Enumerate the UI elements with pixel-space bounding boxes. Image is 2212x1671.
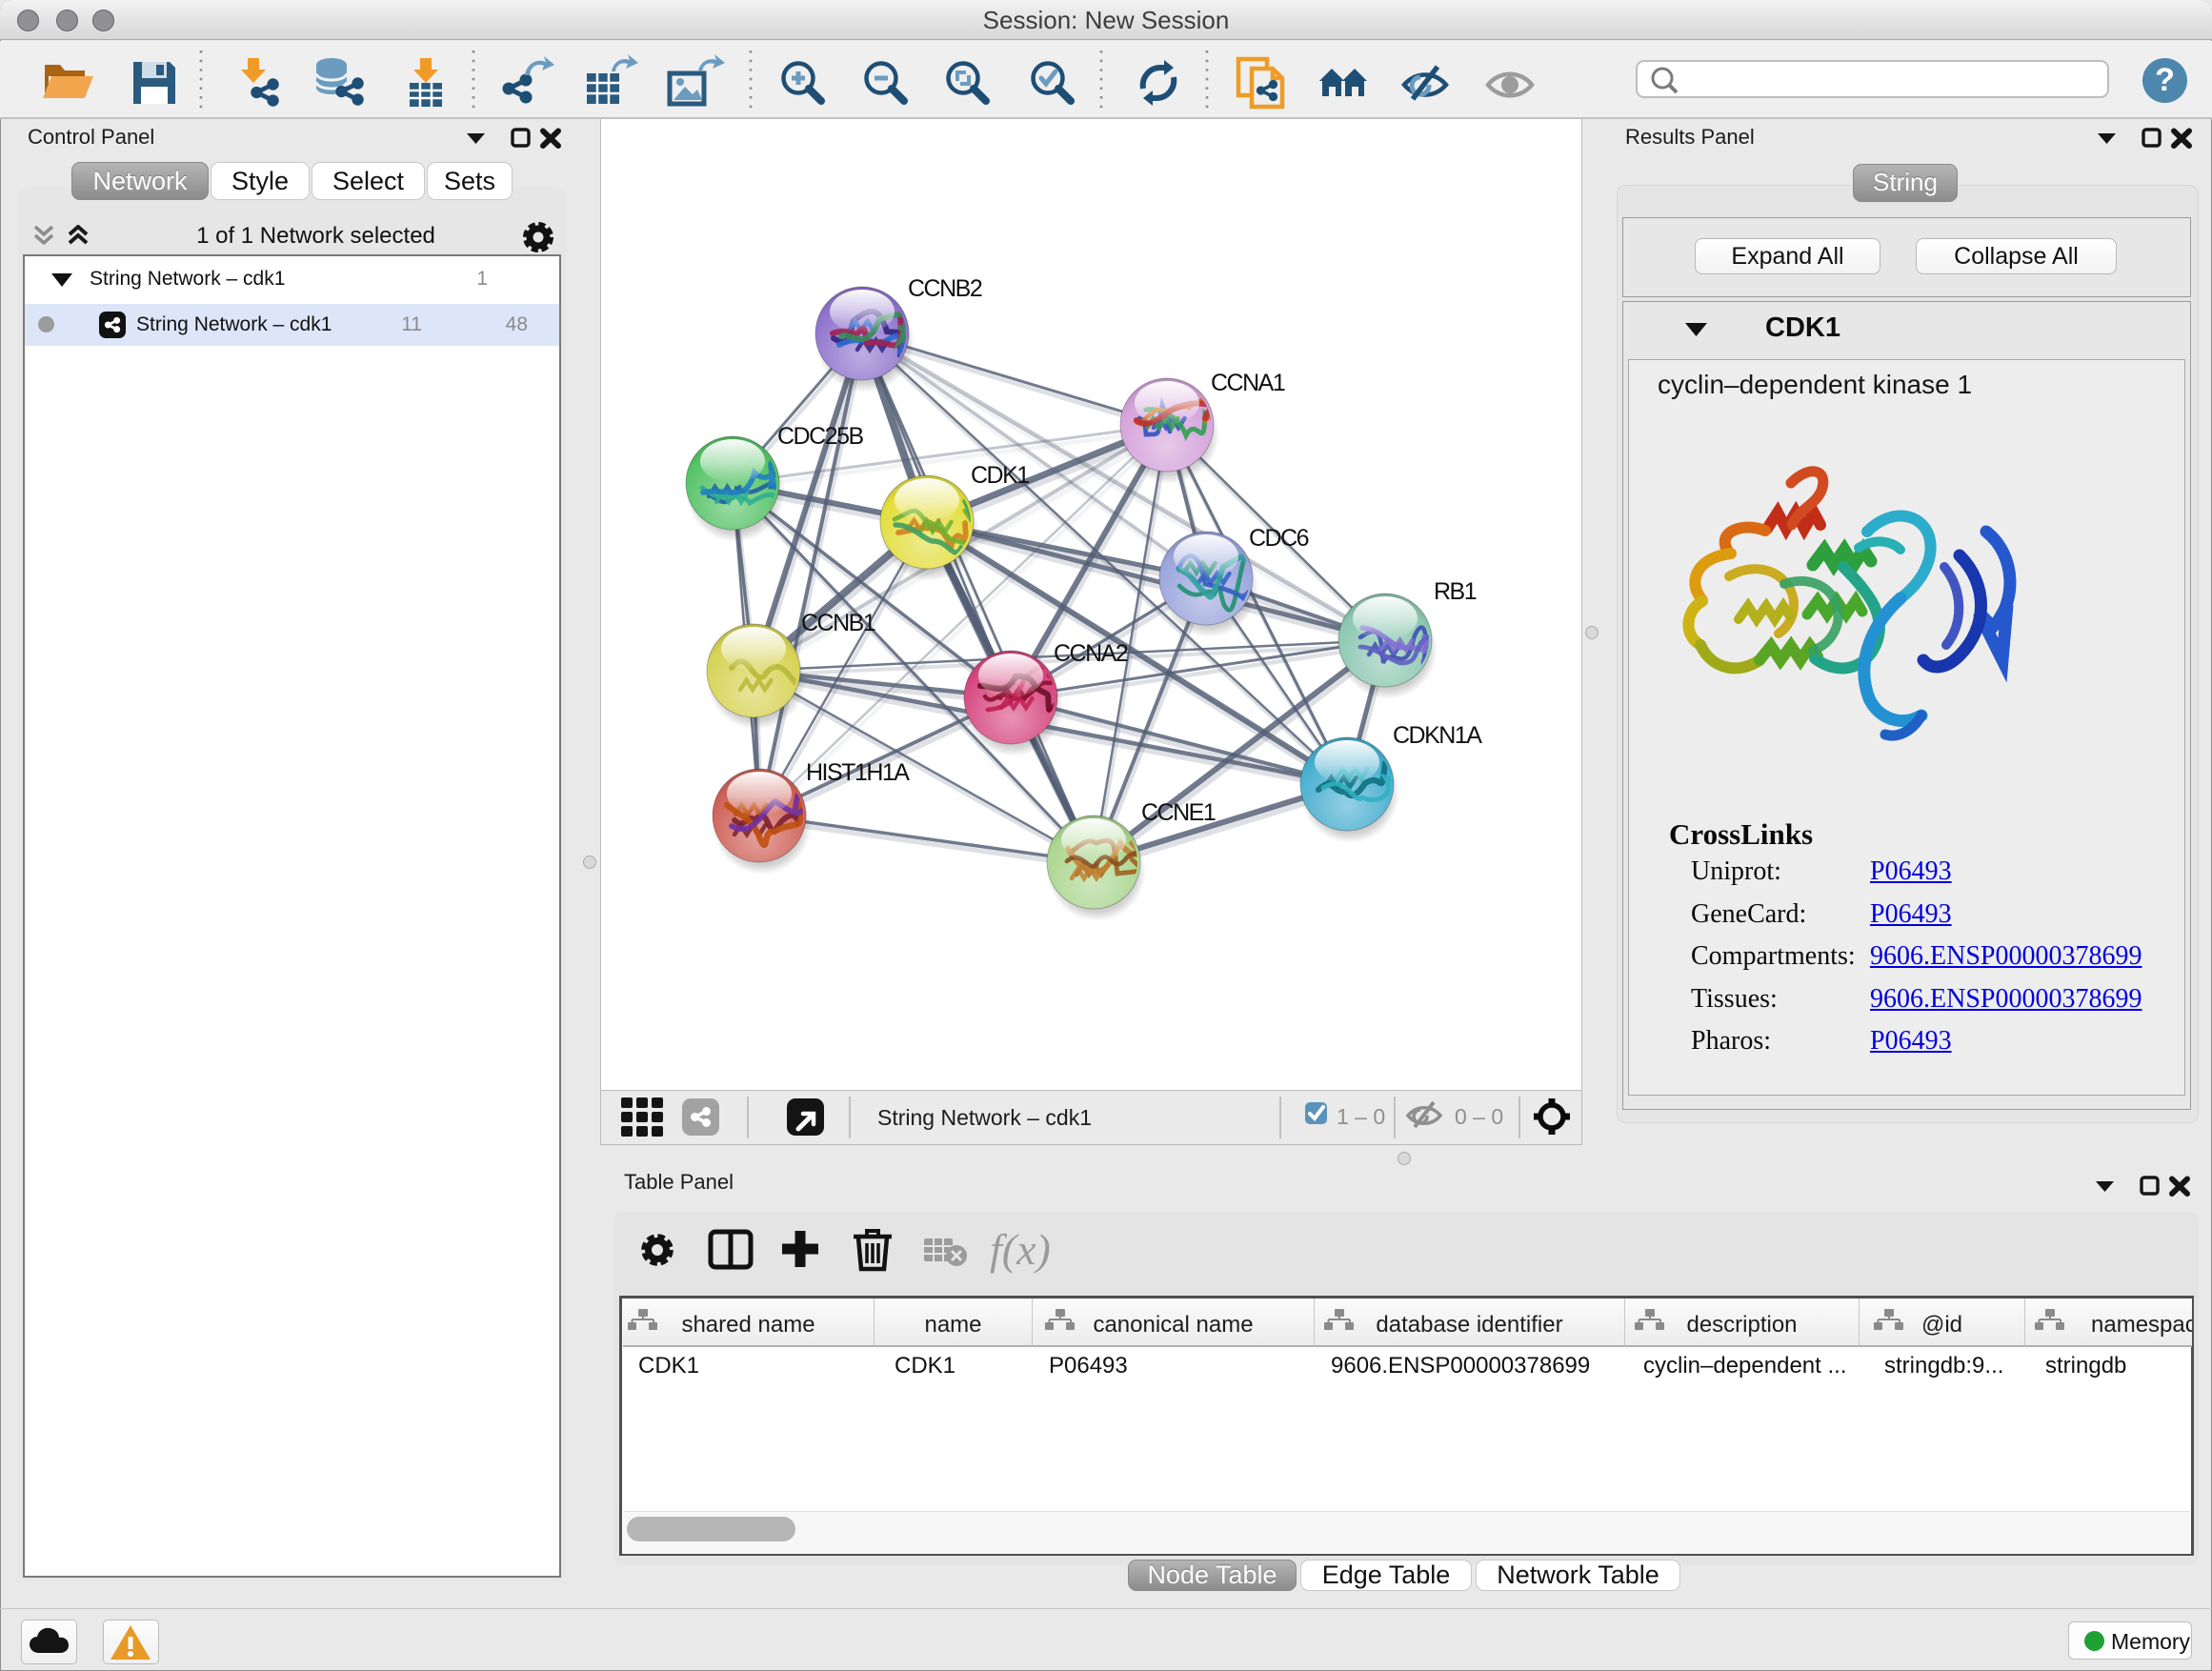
svg-text:CCNA1: CCNA1 [1211,370,1285,396]
svg-text:CCNB1: CCNB1 [801,610,875,636]
svg-text:CDK1: CDK1 [971,462,1029,489]
svg-text:CCNB2: CCNB2 [908,275,982,302]
svg-text:0 – 0: 0 – 0 [1455,1104,1503,1129]
svg-text:RB1: RB1 [1434,578,1477,605]
svg-text:String Network – cdk1: String Network – cdk1 [877,1105,1092,1130]
svg-text:f(x): f(x) [990,1225,1051,1274]
svg-text:CDKN1A: CDKN1A [1393,722,1482,749]
svg-text:HIST1H1A: HIST1H1A [806,759,910,786]
svg-text:1 – 0: 1 – 0 [1337,1104,1385,1129]
svg-text:CCNA2: CCNA2 [1054,640,1128,667]
svg-text:CCNE1: CCNE1 [1141,799,1216,826]
svg-text:CDC25B: CDC25B [777,423,863,450]
svg-text:CDC6: CDC6 [1249,525,1309,552]
